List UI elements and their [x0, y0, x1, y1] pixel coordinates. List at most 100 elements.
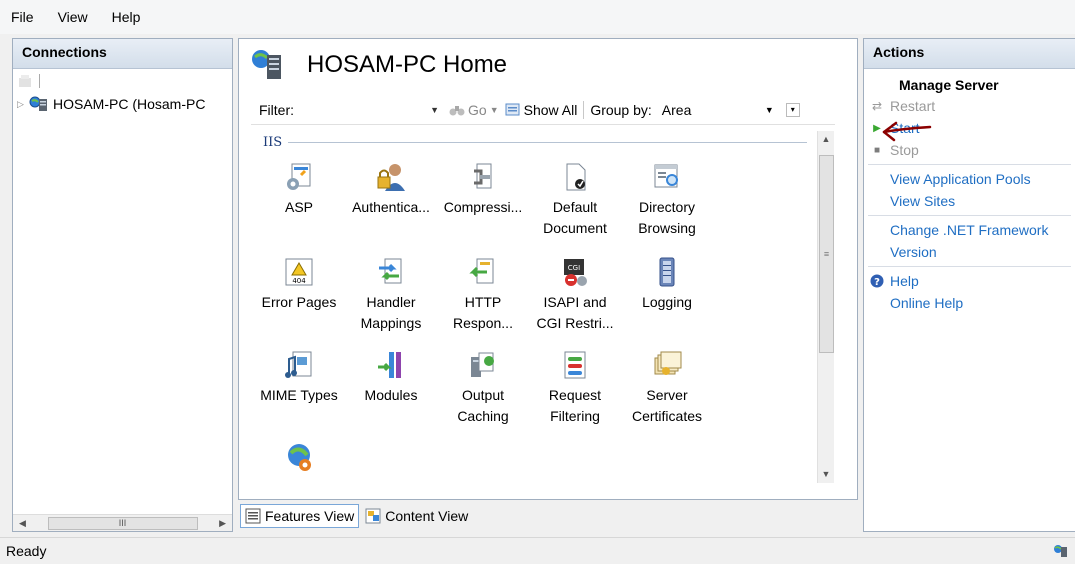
menu-help[interactable]: Help — [100, 9, 153, 25]
action-help-label: Help — [890, 273, 919, 289]
binoculars-icon — [449, 105, 465, 115]
action-view-sites[interactable]: View Sites — [864, 190, 1075, 212]
help-icon: ? — [864, 274, 890, 288]
action-stop-label: Stop — [890, 142, 919, 158]
feature-label: Default — [552, 199, 598, 215]
scroll-left-icon[interactable]: ◀ — [19, 518, 26, 529]
tree-node-label: HOSAM-PC (Hosam-PC — [53, 96, 206, 112]
view-options-button[interactable]: ▾ — [785, 102, 800, 117]
view-tabs: Features View Content View — [240, 503, 472, 529]
svg-text:?: ? — [874, 277, 880, 288]
content-view-icon — [365, 508, 381, 524]
feature-authentication[interactable]: Authentica... — [345, 161, 437, 218]
group-header-label: IIS — [263, 135, 283, 150]
tab-content-view[interactable]: Content View — [361, 504, 472, 528]
scroll-thumb-grip: III — [118, 518, 127, 528]
scroll-up-icon[interactable]: ▲ — [818, 131, 834, 148]
tab-content-view-label: Content View — [385, 508, 469, 524]
features-vscrollbar[interactable]: ▲ ≡ ▼ — [817, 131, 834, 483]
feature-logging[interactable]: Logging — [621, 256, 713, 313]
connections-hscrollbar[interactable]: ◀ III ▶ — [13, 514, 232, 531]
action-restart-label: Restart — [890, 98, 936, 114]
feature-request-filtering[interactable]: Request Filtering — [529, 349, 621, 427]
authentication-icon — [377, 164, 405, 191]
feature-asp[interactable]: ASP — [253, 161, 345, 218]
connections-panel: Connections ▷ HOSAM-PC (Hosam-PC ◀ III ▶ — [12, 38, 233, 532]
go-dropdown-icon[interactable]: ▼ — [490, 105, 499, 115]
group-header-iis: IIS — [263, 135, 807, 150]
filter-input[interactable]: ▼ — [311, 99, 441, 121]
tab-features-view[interactable]: Features View — [240, 504, 360, 528]
group-by-select[interactable]: Area ▼ — [656, 99, 780, 121]
feature-default-document[interactable]: Default Document — [529, 161, 621, 239]
feature-label: CGI Restri... — [536, 315, 614, 331]
action-help[interactable]: ? Help — [864, 270, 1075, 292]
feature-isapi-cgi[interactable]: CGI ISAPI and CGI Restri... — [529, 256, 621, 334]
group-header-line — [288, 142, 807, 143]
logging-icon — [659, 257, 675, 287]
feature-label: Certificates — [631, 408, 703, 424]
menu-view[interactable]: View — [46, 9, 100, 25]
scroll-thumb[interactable]: ≡ — [819, 155, 834, 353]
scroll-down-icon[interactable]: ▼ — [818, 466, 834, 483]
action-view-sites-label: View Sites — [890, 193, 956, 209]
feature-label: Filtering — [550, 408, 600, 424]
actions-separator — [868, 266, 1071, 267]
error-pages-icon: 404 — [285, 258, 313, 286]
connections-header: Connections — [13, 39, 232, 69]
feature-http-response[interactable]: HTTP Respon... — [437, 256, 529, 334]
isapi-cgi-icon: CGI — [564, 259, 587, 286]
create-connection-icon[interactable] — [17, 73, 33, 89]
filter-dropdown-icon[interactable]: ▼ — [430, 105, 439, 115]
feature-modules[interactable]: Modules — [345, 349, 437, 406]
filter-label: Filter: — [259, 101, 294, 118]
scroll-thumb[interactable]: III — [47, 516, 198, 530]
compression-icon — [474, 163, 492, 189]
feature-compression[interactable]: Compressi... — [437, 161, 529, 218]
tree-node-server[interactable]: ▷ HOSAM-PC (Hosam-PC — [13, 93, 232, 115]
go-button[interactable]: Go ▼ — [449, 102, 499, 118]
group-by-label: Group by: — [590, 101, 652, 118]
connections-toolbar — [13, 69, 232, 93]
server-home-icon — [252, 50, 281, 79]
menu-bar: File View Help — [0, 0, 1075, 34]
actions-separator — [868, 215, 1071, 216]
feature-server-certificates[interactable]: Server Certificates — [621, 349, 713, 427]
action-view-app-pools[interactable]: View Application Pools — [864, 168, 1075, 190]
feature-label: Authentica... — [352, 199, 430, 215]
action-online-help[interactable]: Online Help — [864, 292, 1075, 314]
feature-label: Request — [548, 387, 602, 403]
feature-label: MIME Types — [260, 387, 338, 403]
expand-arrow-icon[interactable]: ▷ — [17, 99, 29, 110]
action-change-net-framework[interactable]: Change .NET Framework — [864, 219, 1075, 241]
features-area: IIS ASP Authentica... Compressi... Defau… — [251, 131, 819, 481]
status-bar: Ready — [0, 537, 1075, 564]
go-label: Go — [468, 101, 487, 118]
action-change-net-framework-version[interactable]: Version — [864, 241, 1075, 263]
action-view-app-pools-label: View Application Pools — [890, 171, 1031, 187]
feature-handler-mappings[interactable]: Handler Mappings — [345, 256, 437, 334]
group-by-dropdown-icon[interactable]: ▼ — [765, 105, 774, 115]
group-by-value: Area — [661, 101, 692, 118]
actions-header: Actions — [864, 39, 1075, 69]
action-restart[interactable]: ⇄ Restart — [864, 95, 1075, 117]
show-all-icon — [505, 103, 520, 115]
feature-label: Server — [646, 387, 688, 403]
menu-file[interactable]: File — [0, 9, 46, 25]
feature-worker-processes[interactable] — [253, 441, 345, 477]
http-response-icon — [469, 258, 494, 284]
show-all-button[interactable]: Show All — [505, 102, 577, 118]
feature-label: Handler — [366, 294, 416, 310]
worker-processes-icon — [288, 444, 311, 471]
feature-output-caching[interactable]: Output Caching — [437, 349, 529, 427]
feature-label: Mappings — [360, 315, 422, 331]
feature-directory-browsing[interactable]: Directory Browsing — [621, 161, 713, 239]
request-filtering-icon — [564, 351, 586, 379]
feature-label: Document — [543, 220, 607, 236]
filter-separator — [583, 100, 585, 119]
modules-icon — [378, 352, 401, 378]
feature-error-pages[interactable]: 404 Error Pages — [253, 256, 345, 313]
feature-label: ASP — [284, 199, 313, 215]
feature-mime-types[interactable]: MIME Types — [253, 349, 345, 406]
scroll-right-icon[interactable]: ▶ — [219, 518, 226, 529]
